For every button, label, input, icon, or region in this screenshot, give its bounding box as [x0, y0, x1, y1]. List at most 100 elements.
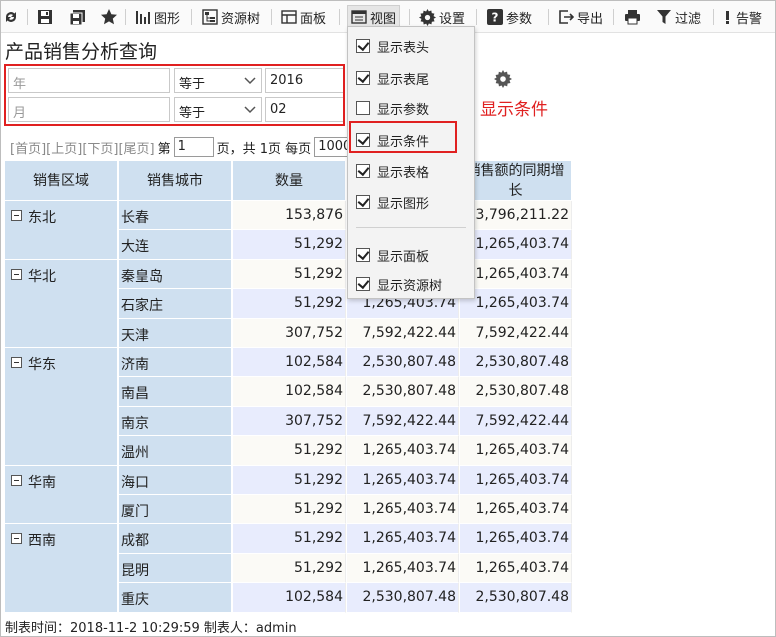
alert-button[interactable]: 告警: [723, 5, 762, 29]
report-footer: 制表时间：2018-11-2 10:29:59 制表人：admin: [5, 621, 297, 636]
city-cell: 秦皇岛: [119, 259, 232, 290]
filter-button[interactable]: 过滤: [656, 5, 701, 29]
page-number-input[interactable]: 1: [173, 137, 214, 157]
parameter-button-label: 参数: [506, 11, 533, 27]
region-cell: 华东: [5, 348, 118, 466]
refresh-icon: [6, 12, 16, 22]
filter-icon: [657, 10, 671, 24]
view-menu-item[interactable]: 显示参数: [356, 97, 429, 119]
sales-cell: 2,530,807.48: [347, 583, 459, 613]
sales-cell: 1,265,403.74: [347, 465, 459, 495]
header-sales-growth: 销售额的同期增长: [460, 161, 572, 201]
view-menu-item-label: 显示参数: [377, 102, 430, 118]
sales-growth-cell: 1,265,403.74: [460, 465, 572, 495]
save-icon: [38, 10, 52, 24]
parameter-button[interactable]: ? 参数: [487, 5, 532, 29]
view-menu-item[interactable]: 显示表头: [356, 35, 429, 57]
sales-cell: 7,592,422.44: [347, 406, 459, 437]
print-button[interactable]: [624, 5, 641, 29]
pagination: [首页] [上页] [下页] [尾页] 第 1 页，共 1页 每页 1000 行: [10, 137, 370, 157]
chart-button-label: 图形: [154, 11, 181, 27]
panel-button[interactable]: 面板: [281, 5, 326, 29]
sales-cell: 1,265,403.74: [347, 495, 459, 525]
sales-growth-cell: 1,265,403.74: [460, 259, 572, 290]
sales-growth-cell: 2,530,807.48: [460, 583, 572, 613]
collapse-toggle-icon[interactable]: [11, 533, 22, 545]
city-cell: 海口: [119, 465, 232, 495]
next-page-link[interactable]: [下页]: [82, 138, 118, 157]
city-cell: 成都: [119, 524, 232, 554]
page-info: 页，共 1页 每页: [216, 141, 312, 157]
view-menu-item-label: 显示图形: [377, 196, 430, 212]
export-button[interactable]: 导出: [558, 5, 603, 29]
view-menu-item[interactable]: 显示表尾: [356, 67, 429, 89]
region-cell: 华北: [5, 259, 118, 348]
collapse-toggle-icon[interactable]: [11, 210, 22, 221]
quantity-cell: 307,752: [233, 406, 346, 437]
region-label: 华北: [28, 268, 56, 285]
save-as-button[interactable]: [69, 5, 86, 29]
toolbar-separator: [339, 9, 340, 25]
checkbox-checked-icon[interactable]: [356, 248, 370, 262]
resource-tree-label: 资源树: [221, 11, 261, 27]
quantity-cell: 153,876: [233, 201, 346, 231]
sales-cell: 2,530,807.48: [347, 377, 459, 407]
sales-growth-cell: 1,265,403.74: [460, 495, 572, 525]
city-cell: 石家庄: [119, 289, 232, 319]
checkbox-checked-icon[interactable]: [356, 71, 370, 85]
sales-growth-cell: 1,265,403.74: [460, 524, 572, 554]
resource-tree-button[interactable]: 资源树: [202, 5, 260, 29]
annotation-label: 显示条件: [480, 100, 548, 120]
checkbox-unchecked-icon[interactable]: [356, 101, 370, 115]
prev-page-link[interactable]: [上页]: [46, 138, 82, 157]
checkbox-checked-icon[interactable]: [356, 164, 370, 178]
collapse-toggle-icon[interactable]: [11, 357, 22, 368]
city-cell: 昆明: [119, 553, 232, 584]
view-menu-item-label: 显示表尾: [377, 72, 430, 88]
header-quantity: 数量: [233, 161, 346, 201]
condition-settings-button[interactable]: [494, 70, 512, 92]
view-menu-item[interactable]: 显示资源树: [356, 273, 442, 295]
print-icon: [625, 10, 640, 25]
city-cell: 温州: [119, 436, 232, 466]
quantity-cell: 102,584: [233, 377, 346, 407]
city-cell: 长春: [119, 201, 232, 231]
toolbar-separator: [613, 9, 614, 25]
checkbox-checked-icon[interactable]: [356, 195, 370, 209]
quantity-cell: 307,752: [233, 318, 346, 348]
sales-cell: 1,265,403.74: [347, 553, 459, 584]
collapse-toggle-icon[interactable]: [11, 474, 22, 486]
view-menu-item[interactable]: 显示图形: [356, 191, 429, 213]
filter-button-label: 过滤: [675, 11, 702, 27]
alert-icon: [726, 11, 729, 24]
view-menu-item-label: 显示表头: [377, 40, 430, 56]
star-icon: [101, 9, 117, 25]
view-icon: [351, 10, 367, 24]
chart-button[interactable]: 图形: [135, 5, 180, 29]
save-button[interactable]: [37, 5, 53, 29]
collapse-toggle-icon[interactable]: [11, 268, 22, 280]
region-cell: 东北: [5, 201, 118, 260]
sales-growth-cell: 1,265,403.74: [460, 553, 572, 584]
view-menu: 显示表头 显示表尾 显示参数 显示条件 显示表格 显示图形 显示面板 显示资源树: [347, 26, 475, 299]
gear-icon: [419, 8, 436, 26]
last-page-link[interactable]: [尾页]: [118, 138, 154, 157]
checkbox-checked-icon[interactable]: [356, 39, 370, 53]
favorite-button[interactable]: [100, 5, 118, 29]
first-page-link[interactable]: [首页]: [10, 138, 46, 157]
bar-chart-icon: [136, 11, 150, 24]
refresh-button[interactable]: [3, 5, 19, 29]
view-menu-item[interactable]: 显示面板: [356, 244, 429, 266]
quantity-cell: 51,292: [233, 465, 346, 495]
city-cell: 南京: [119, 406, 232, 437]
header-city: 销售城市: [119, 161, 232, 201]
view-menu-item[interactable]: 显示表格: [356, 160, 429, 182]
toolbar-separator: [713, 9, 714, 25]
checkbox-checked-icon[interactable]: [356, 277, 370, 291]
region-label: 华东: [28, 357, 56, 373]
toolbar-separator: [271, 9, 272, 25]
page-prefix: 第: [157, 141, 171, 157]
header-region: 销售区域: [5, 161, 118, 201]
menu-item-highlight: [349, 121, 457, 153]
sales-growth-cell: 2,530,807.48: [460, 377, 572, 407]
